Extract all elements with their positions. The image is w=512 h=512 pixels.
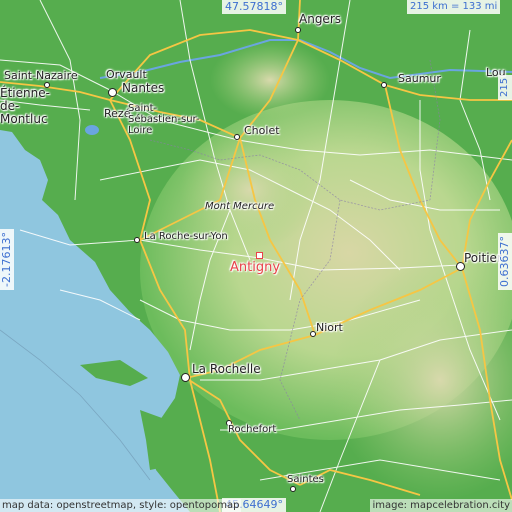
city-label-mont-mercure: Mont Mercure — [205, 201, 275, 212]
city-label-saint-nazaire: Saint-Nazaire — [4, 69, 78, 82]
map-view[interactable]: Angers Saumur Lou Saint-Nazaire Orvault … — [0, 0, 512, 512]
angers-dot — [295, 27, 301, 33]
nantes-dot — [108, 88, 117, 97]
saintes-dot — [290, 486, 296, 492]
target-location-label: Antigny — [230, 260, 281, 275]
longitude-left-label: -2.17613° — [0, 229, 14, 290]
image-attribution: image: mapcelebration.city — [370, 499, 512, 512]
saumur-dot — [381, 82, 387, 88]
longitude-right-label: 0.63637° — [498, 233, 512, 290]
latitude-top-label: 47.57818° — [222, 0, 286, 14]
map-attribution: map data: openstreetmap, style: opentopo… — [0, 499, 242, 512]
scale-horizontal-label: 215 km = 133 mi — [407, 0, 501, 14]
city-label-etienne-de-montluc: Étienne-de-Montluc — [0, 86, 50, 126]
location-marker-icon[interactable] — [256, 252, 263, 259]
city-label-niort: Niort — [316, 321, 343, 334]
city-label-la-roche-sur-yon: La Roche-sur-Yon — [144, 231, 228, 242]
city-label-poitiers: Poitier — [464, 251, 502, 265]
city-label-angers: Angers — [299, 12, 341, 26]
city-label-la-rochelle: La Rochelle — [192, 362, 261, 376]
cholet-dot — [234, 134, 240, 140]
city-label-saintes: Saintes — [287, 474, 324, 485]
city-label-cholet: Cholet — [244, 124, 280, 137]
city-label-rochefort: Rochefort — [228, 424, 277, 435]
city-label-saint-sebastien: Saint-Sébastien-sur-Loire — [128, 103, 200, 136]
city-label-reze: Rezé — [104, 107, 131, 120]
city-label-orvault: Orvault — [106, 68, 147, 81]
city-label-saumur: Saumur — [398, 72, 441, 85]
scale-vertical-label: 215 km = 133 mi — [498, 74, 512, 100]
la-roche-dot — [134, 237, 140, 243]
la-rochelle-dot — [181, 373, 190, 382]
city-label-nantes: Nantes — [122, 81, 165, 95]
